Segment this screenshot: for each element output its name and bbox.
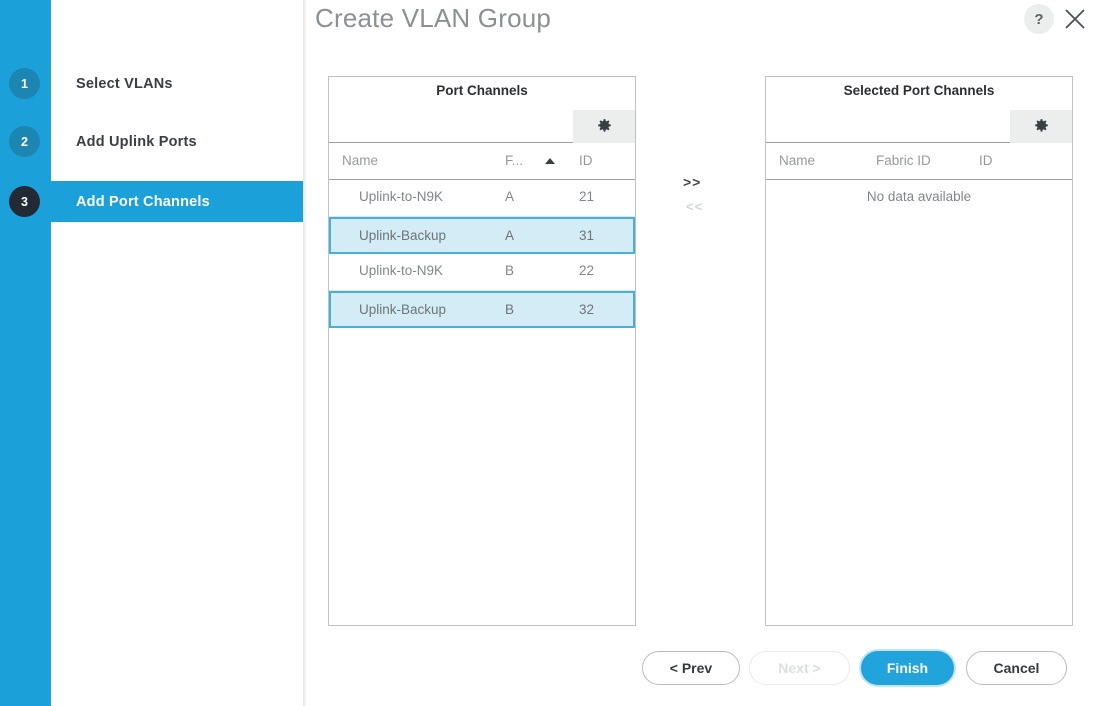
panel-toolbar xyxy=(766,77,1072,143)
gear-icon xyxy=(597,119,611,132)
table-row[interactable]: Uplink-Backup B 32 xyxy=(329,291,635,328)
panel-toolbar xyxy=(329,77,635,143)
cell-name: Uplink-to-N9K xyxy=(359,189,444,204)
table-row[interactable]: Uplink-to-N9K A 21 xyxy=(329,180,635,217)
table-header-row-available: Name F... ID xyxy=(329,143,635,180)
sidebar-item-label: Add Port Channels xyxy=(76,193,210,210)
finish-button[interactable]: Finish xyxy=(861,651,954,685)
next-button: Next > xyxy=(749,651,850,685)
column-header-fabric[interactable]: F... xyxy=(505,153,523,168)
sidebar-divider xyxy=(303,0,307,706)
cell-id: 32 xyxy=(579,302,595,317)
question-mark-icon: ? xyxy=(1034,10,1044,28)
wizard-rail xyxy=(0,0,51,706)
cell-id: 22 xyxy=(579,263,595,278)
move-right-button[interactable]: >> xyxy=(683,174,701,190)
cell-name: Uplink-Backup xyxy=(359,228,447,243)
selected-port-channels-panel: Selected Port Channels Name Fabric ID ID… xyxy=(765,76,1073,626)
table-body-available: Uplink-to-N9K A 21 Uplink-Backup A 31 Uplink-t… xyxy=(329,180,635,625)
move-left-button: << xyxy=(686,199,704,214)
sidebar-item-select-vlans[interactable]: 1 Select VLANs xyxy=(0,63,303,104)
table-row[interactable]: Uplink-Backup A 31 xyxy=(329,217,635,254)
close-icon xyxy=(1065,9,1085,29)
page-title: Create VLAN Group xyxy=(315,3,552,33)
settings-button-available[interactable] xyxy=(573,110,635,143)
wizard-step-panel xyxy=(51,0,303,706)
cell-fabric: A xyxy=(505,228,515,243)
help-button[interactable]: ? xyxy=(1024,4,1054,34)
column-header-id[interactable]: ID xyxy=(579,153,593,168)
sort-ascending-icon xyxy=(545,158,555,164)
close-button[interactable] xyxy=(1062,6,1088,32)
cell-name: Uplink-Backup xyxy=(359,302,447,317)
cancel-button[interactable]: Cancel xyxy=(966,651,1067,685)
column-header-name[interactable]: Name xyxy=(779,153,815,168)
step-number-badge-2: 2 xyxy=(9,126,40,157)
cell-id: 21 xyxy=(579,189,595,204)
cell-fabric: B xyxy=(505,263,515,278)
table-row[interactable]: Uplink-to-N9K B 22 xyxy=(329,254,635,291)
settings-button-selected[interactable] xyxy=(1010,110,1072,143)
cell-fabric: A xyxy=(505,189,515,204)
prev-button[interactable]: < Prev xyxy=(642,651,740,685)
column-header-id[interactable]: ID xyxy=(979,153,993,168)
gear-icon xyxy=(1034,119,1048,132)
step-number-badge-3: 3 xyxy=(9,186,40,217)
sidebar-item-label: Add Uplink Ports xyxy=(76,133,197,150)
cell-name: Uplink-to-N9K xyxy=(359,263,444,278)
sidebar-item-add-uplink-ports[interactable]: 2 Add Uplink Ports xyxy=(0,121,303,162)
cell-id: 31 xyxy=(579,228,595,243)
step-number-badge-1: 1 xyxy=(9,68,40,99)
sidebar-item-add-port-channels[interactable]: 3 Add Port Channels xyxy=(0,181,303,222)
table-header-row-selected: Name Fabric ID ID xyxy=(766,143,1072,180)
cell-fabric: B xyxy=(505,302,515,317)
empty-state-message: No data available xyxy=(866,189,972,204)
sidebar-item-label: Select VLANs xyxy=(76,75,173,92)
column-header-fabric-id[interactable]: Fabric ID xyxy=(876,153,931,168)
port-channels-panel: Port Channels Name F... ID Uplink-to-N9K… xyxy=(328,76,636,626)
column-header-name[interactable]: Name xyxy=(342,153,378,168)
